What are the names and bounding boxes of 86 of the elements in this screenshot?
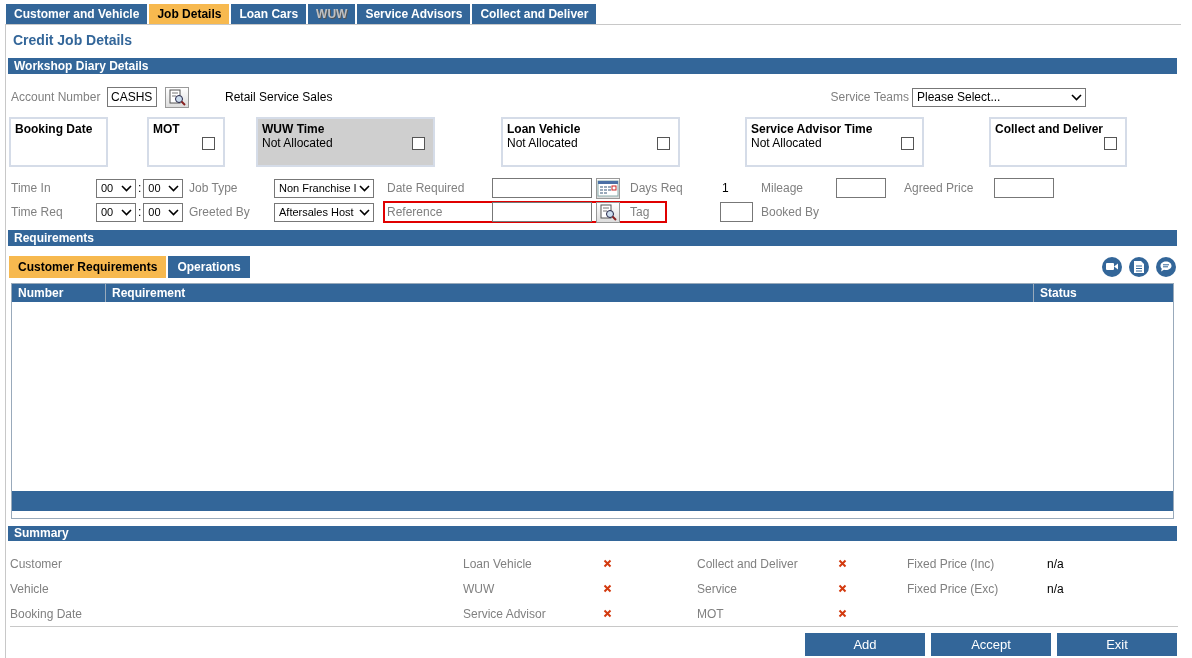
summary-label: Customer bbox=[10, 556, 63, 571]
field-label: Agreed Price bbox=[904, 181, 975, 195]
hour-select[interactable]: 00 bbox=[96, 178, 136, 198]
field-label: Job Type bbox=[189, 181, 239, 195]
summary-label: Fixed Price (Exc) bbox=[907, 581, 1000, 596]
lookup-button[interactable] bbox=[165, 86, 189, 108]
action-button[interactable]: Add bbox=[805, 633, 925, 656]
time-separator: : bbox=[138, 181, 142, 195]
chat-icon[interactable] bbox=[1156, 256, 1176, 277]
summary-label: Collect and Deliver bbox=[697, 556, 799, 571]
page-title: Credit Job Details bbox=[13, 32, 134, 50]
tab[interactable]: Customer and Vehicle bbox=[6, 4, 148, 24]
field-label: Time In bbox=[11, 181, 52, 195]
hour-select[interactable]: 00 bbox=[96, 202, 136, 222]
caret-icon bbox=[121, 208, 132, 216]
caret-icon bbox=[121, 184, 132, 192]
panel-status: Not Allocated bbox=[507, 136, 578, 150]
document-icon[interactable] bbox=[1129, 256, 1149, 277]
tab[interactable]: Operations bbox=[168, 256, 250, 278]
field-label: Account Number bbox=[11, 90, 102, 104]
summary-label: Service Advisor bbox=[463, 606, 547, 621]
column-header: Number bbox=[12, 284, 106, 302]
summary-label: Booking Date bbox=[10, 606, 84, 621]
field-label: Days Req bbox=[630, 181, 684, 195]
tab[interactable]: Service Advisors bbox=[357, 4, 471, 24]
field-label: Tag bbox=[630, 205, 651, 219]
mileage-field[interactable] bbox=[836, 178, 886, 198]
caret-icon bbox=[168, 184, 180, 192]
lookup-button[interactable] bbox=[596, 201, 620, 223]
panel-title: WUW Time bbox=[262, 122, 325, 136]
field-label: Greeted By bbox=[189, 205, 251, 219]
caret-icon bbox=[1071, 93, 1082, 101]
summary-label: Vehicle bbox=[10, 581, 50, 596]
tab[interactable]: Job Details bbox=[149, 4, 230, 24]
service-teams-select[interactable]: Please Select... bbox=[912, 87, 1086, 107]
panel-status: Not Allocated bbox=[751, 136, 822, 150]
field-label: Service Teams bbox=[830, 90, 909, 104]
checkbox[interactable] bbox=[657, 137, 670, 150]
reference-field[interactable] bbox=[492, 202, 592, 222]
summary-label: Loan Vehicle bbox=[463, 556, 533, 571]
panel-status: Not Allocated bbox=[262, 136, 333, 150]
field-label: Date Required bbox=[387, 181, 466, 195]
video-camera-icon[interactable] bbox=[1102, 256, 1122, 277]
checkbox[interactable] bbox=[202, 137, 215, 150]
agreed-price-field[interactable] bbox=[994, 178, 1054, 198]
field-label: Mileage bbox=[761, 181, 805, 195]
summary-value: n/a bbox=[1047, 581, 1065, 596]
caret-icon bbox=[168, 208, 180, 216]
job-type-select[interactable]: Non Franchise I bbox=[274, 178, 374, 198]
section-header: Workshop Diary Details bbox=[8, 58, 1177, 74]
greeted-by-select[interactable]: Aftersales Host bbox=[274, 202, 374, 222]
column-header: Status bbox=[1039, 285, 1078, 302]
minute-select[interactable]: 00 bbox=[143, 178, 184, 198]
caret-icon bbox=[359, 184, 370, 192]
section-header: Requirements bbox=[8, 230, 1177, 246]
panel-title: Collect and Deliver bbox=[995, 122, 1104, 136]
checkbox[interactable] bbox=[901, 137, 914, 150]
summary-label: MOT bbox=[697, 606, 725, 621]
panel-title: MOT bbox=[153, 122, 180, 136]
panel-title: Booking Date bbox=[15, 122, 93, 136]
caret-icon bbox=[359, 208, 370, 216]
column-header: Requirement bbox=[106, 284, 1034, 302]
panel-title: Service Advisor Time bbox=[751, 122, 873, 136]
tab[interactable]: Loan Cars bbox=[231, 4, 307, 24]
date-required-field[interactable] bbox=[492, 178, 592, 198]
summary-label: Fixed Price (Inc) bbox=[907, 556, 996, 571]
account-name: Retail Service Sales bbox=[225, 90, 333, 104]
time-separator: : bbox=[138, 205, 142, 219]
field-label: Time Req bbox=[11, 205, 64, 219]
days-required-value: 1 bbox=[722, 181, 730, 195]
field-label: Reference bbox=[387, 205, 444, 219]
field-label: Booked By bbox=[761, 205, 821, 219]
summary-label: WUW bbox=[463, 581, 496, 596]
tab[interactable]: Collect and Deliver bbox=[472, 4, 597, 24]
summary-value: n/a bbox=[1047, 556, 1065, 571]
panel-title: Loan Vehicle bbox=[507, 122, 581, 136]
calendar-button[interactable] bbox=[596, 177, 620, 199]
section-header: Summary bbox=[8, 526, 1177, 541]
summary-label: Service bbox=[697, 581, 738, 596]
tag-field[interactable] bbox=[720, 202, 753, 222]
checkbox[interactable] bbox=[1104, 137, 1117, 150]
tab[interactable]: Customer Requirements bbox=[9, 256, 167, 278]
account-number-field[interactable]: CASHS bbox=[107, 87, 157, 107]
minute-select[interactable]: 00 bbox=[143, 202, 184, 222]
action-button[interactable]: Exit bbox=[1057, 633, 1177, 656]
action-button[interactable]: Accept bbox=[931, 633, 1051, 656]
